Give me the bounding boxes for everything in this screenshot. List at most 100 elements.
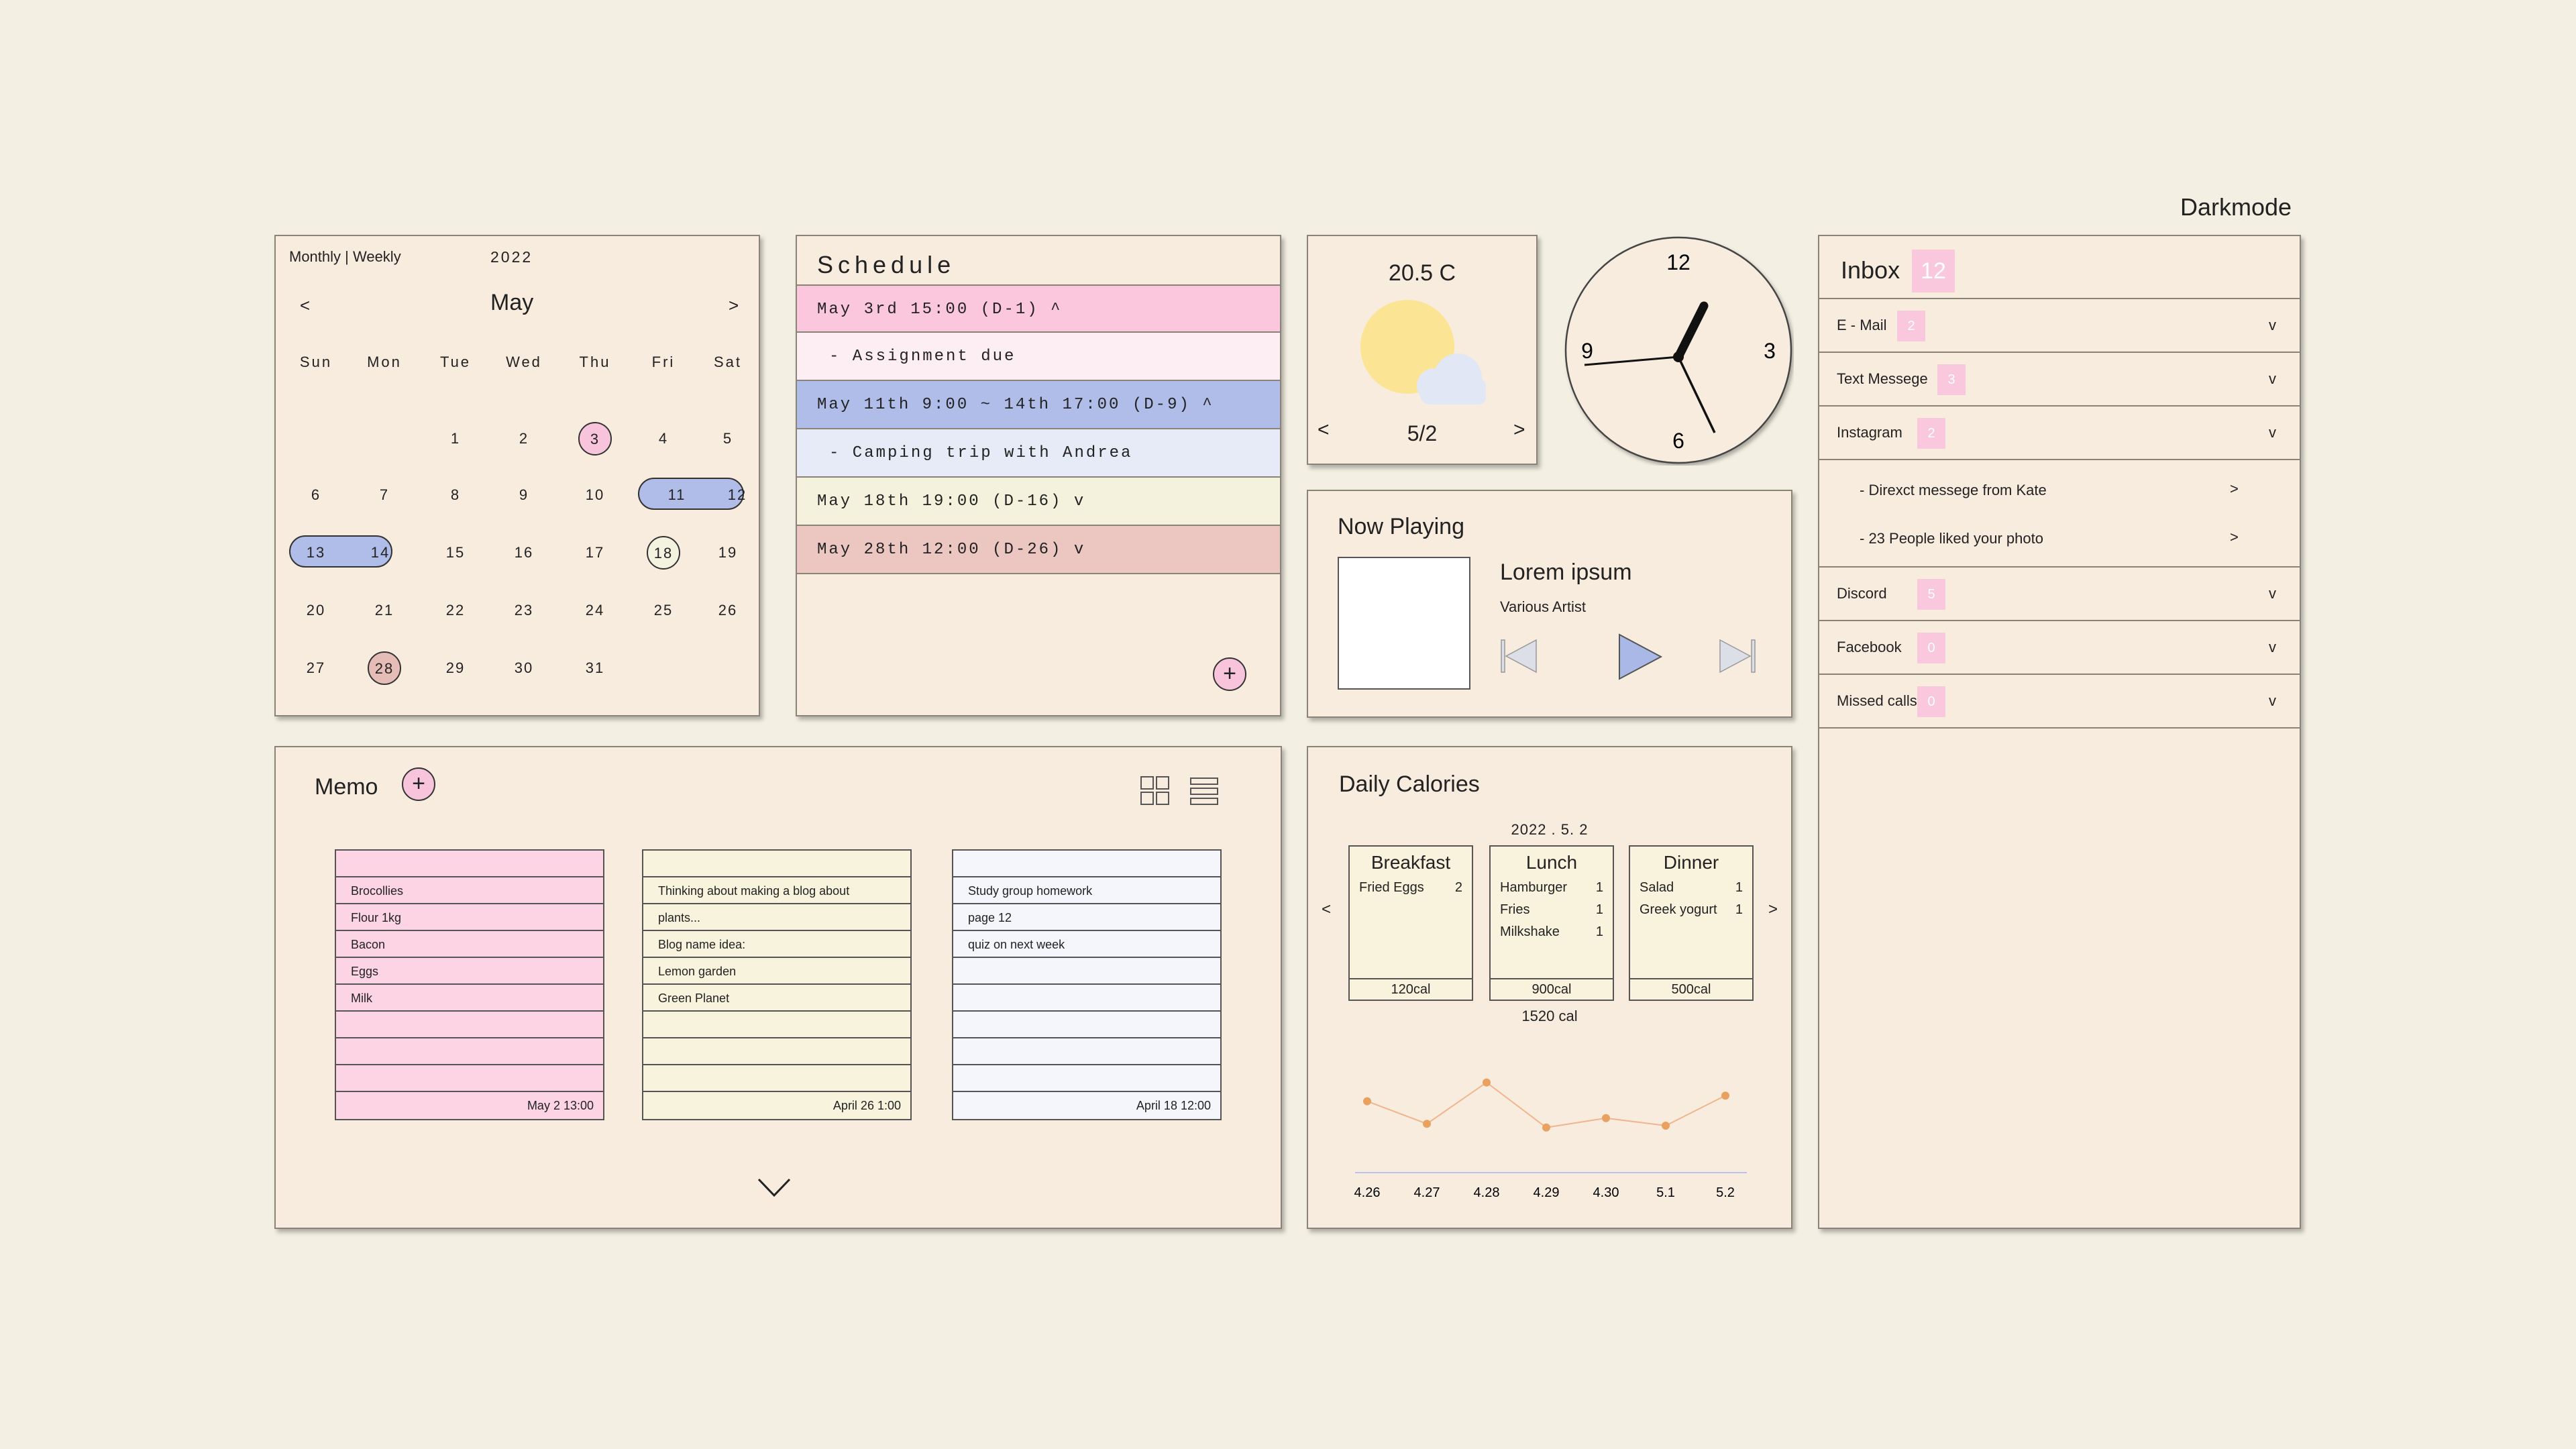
chevron-down-icon[interactable]: v <box>2269 317 2276 334</box>
calendar-day[interactable]: 20 <box>296 597 336 624</box>
calendar-day[interactable]: 9 <box>504 482 544 508</box>
calendar-prev-button[interactable]: < <box>300 295 310 316</box>
grid-view-icon[interactable] <box>1140 775 1171 806</box>
calendar-day[interactable]: 5 <box>708 425 748 452</box>
inbox-row[interactable]: Instagram 2 v <box>1819 407 2300 460</box>
calendar-day[interactable]: 4 <box>643 425 684 452</box>
meal-total: 900cal <box>1491 978 1613 1000</box>
schedule-item[interactable]: May 28th 12:00 (D-26) v <box>797 526 1280 574</box>
memo-note[interactable]: Brocollies Flour 1kg Bacon Eggs Milk May 2 13… <box>335 849 604 1120</box>
inbox-row[interactable]: Discord 5 v <box>1819 568 2300 621</box>
meal-card[interactable]: Lunch Hamburger 1 Fries 1 Milkshake 1 900cal <box>1489 845 1614 1001</box>
weekday-label: Sat <box>713 354 743 370</box>
weekday-label: Thu <box>579 354 611 370</box>
schedule-item[interactable]: May 3rd 15:00 (D-1) ^ <box>797 284 1280 333</box>
calendar-day[interactable]: 18 <box>647 536 680 570</box>
meal-item: Salad 1 <box>1630 880 1752 896</box>
calendar-day[interactable]: 2 <box>504 425 544 452</box>
calendar-day[interactable]: 15 <box>435 539 476 566</box>
chevron-down-icon[interactable]: v <box>2269 370 2276 388</box>
calories-prev-button[interactable]: < <box>1322 900 1331 919</box>
weather-temperature: 20.5 C <box>1388 260 1456 286</box>
chart-tick-label: 4.28 <box>1474 1185 1500 1200</box>
calendar-day[interactable]: 29 <box>435 655 476 682</box>
weather-panel: 20.5 C < 5/2 > <box>1307 235 1538 465</box>
calendar-day[interactable]: 16 <box>504 539 544 566</box>
calendar-day[interactable]: 14 <box>360 539 400 566</box>
memo-note-line: Green Planet <box>643 985 910 1012</box>
calendar-day[interactable]: 21 <box>364 597 405 624</box>
calendar-day[interactable]: 23 <box>504 597 544 624</box>
inbox-row-badge: 2 <box>1897 311 1925 341</box>
inbox-row-label: Facebook <box>1837 639 1902 655</box>
calendar-day[interactable]: 22 <box>435 597 476 624</box>
memo-note-line <box>643 1038 910 1065</box>
memo-note[interactable]: Thinking about making a blog about plants… <box>642 849 912 1120</box>
calendar-day[interactable]: 11 <box>657 482 697 508</box>
chevron-right-icon[interactable]: > <box>2230 529 2239 546</box>
inbox-row[interactable]: Facebook 0 v <box>1819 621 2300 675</box>
instagram-message-item[interactable]: - 23 People liked your photo > <box>1819 514 2300 562</box>
memo-add-button[interactable]: + <box>402 767 435 801</box>
inbox-row[interactable]: Text Messege 3 v <box>1819 353 2300 407</box>
album-art <box>1338 557 1470 690</box>
schedule-item[interactable]: May 18th 19:00 (D-16) v <box>797 478 1280 526</box>
schedule-item[interactable]: - Camping trip with Andrea <box>797 429 1280 478</box>
calendar-day[interactable]: 6 <box>296 482 336 508</box>
calendar-day[interactable]: 13 <box>296 539 336 566</box>
inbox-title: Inbox <box>1841 256 1900 284</box>
darkmode-toggle[interactable]: Darkmode <box>2180 193 2292 221</box>
chevron-down-icon[interactable]: v <box>2269 639 2276 656</box>
memo-note-line: Bacon <box>336 931 603 958</box>
calendar-day[interactable]: 7 <box>364 482 405 508</box>
weekday-label: Wed <box>506 354 542 370</box>
chevron-down-icon[interactable]: v <box>2269 424 2276 441</box>
chevron-right-icon[interactable]: > <box>2230 480 2239 498</box>
instagram-message-item[interactable]: - Direxct messege from Kate > <box>1819 466 2300 514</box>
meal-card[interactable]: Dinner Salad 1 Greek yogurt 1 500cal <box>1629 845 1754 1001</box>
meal-item: Fried Eggs 2 <box>1350 880 1472 896</box>
calendar-day[interactable]: 10 <box>575 482 615 508</box>
calendar-day[interactable]: 28 <box>368 651 401 685</box>
calendar-day[interactable]: 8 <box>435 482 476 508</box>
meal-item: Greek yogurt 1 <box>1630 902 1752 918</box>
calendar-next-button[interactable]: > <box>729 295 739 316</box>
weather-next-button[interactable]: > <box>1513 419 1525 441</box>
schedule-item[interactable]: - Assignment due <box>797 333 1280 381</box>
memo-note-line: plants... <box>643 904 910 931</box>
chevron-down-icon[interactable]: v <box>2269 692 2276 710</box>
weather-date: 5/2 <box>1407 421 1438 445</box>
chevron-down-icon[interactable]: v <box>2269 585 2276 602</box>
song-artist: Various Artist <box>1500 598 1586 615</box>
calendar-day[interactable]: 19 <box>708 539 748 566</box>
meal-food: Greek yogurt <box>1640 902 1717 917</box>
calendar-day[interactable]: 17 <box>575 539 615 566</box>
calendar-day[interactable]: 25 <box>643 597 684 624</box>
play-icon[interactable] <box>1617 632 1664 682</box>
schedule-add-button[interactable]: + <box>1213 657 1246 691</box>
inbox-row[interactable]: Missed calls 0 v <box>1819 675 2300 729</box>
memo-note-line <box>953 1012 1220 1038</box>
calendar-day[interactable]: 3 <box>578 422 612 455</box>
memo-note-line <box>643 1065 910 1092</box>
calories-next-button[interactable]: > <box>1768 900 1778 919</box>
inbox-row[interactable]: E - Mail 2 v <box>1819 299 2300 353</box>
next-track-icon[interactable] <box>1717 637 1758 675</box>
meal-food: Salad <box>1640 880 1674 895</box>
schedule-item[interactable]: May 11th 9:00 ~ 14th 17:00 (D-9) ^ <box>797 381 1280 429</box>
previous-track-icon[interactable] <box>1500 637 1540 675</box>
calendar-day[interactable]: 24 <box>575 597 615 624</box>
meal-card[interactable]: Breakfast Fried Eggs 2 120cal <box>1348 845 1473 1001</box>
chevron-down-icon[interactable] <box>756 1177 792 1199</box>
calendar-day[interactable]: 26 <box>708 597 748 624</box>
calendar-day[interactable]: 27 <box>296 655 336 682</box>
calendar-day[interactable]: 1 <box>435 425 476 452</box>
memo-note-line: Thinking about making a blog about <box>643 877 910 904</box>
memo-note-line <box>953 1065 1220 1092</box>
calendar-day[interactable]: 30 <box>504 655 544 682</box>
calendar-view-toggle[interactable]: Monthly | Weekly <box>289 248 401 266</box>
calendar-day[interactable]: 12 <box>717 482 757 508</box>
memo-note[interactable]: Study group homework page 12 quiz on next … <box>952 849 1222 1120</box>
list-view-icon[interactable] <box>1189 777 1220 808</box>
calendar-day[interactable]: 31 <box>575 655 615 682</box>
